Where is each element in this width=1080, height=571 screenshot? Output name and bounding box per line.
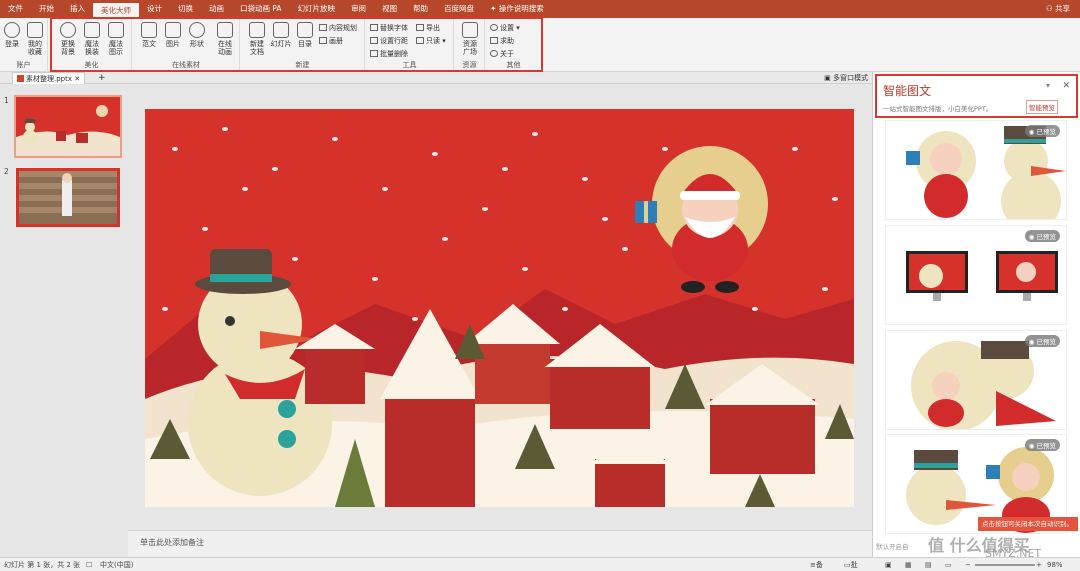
tell-me-search[interactable]: ✦ 操作说明搜索 [490,0,544,18]
tab-4[interactable]: 设计 [139,0,170,18]
slide-sorter-icon[interactable]: ▦ [905,558,912,571]
previewed-tag: ◉ 已预览 [1024,335,1060,347]
layout-card-3[interactable]: ◉ 已预览 [885,330,1067,430]
multi-window-toggle[interactable]: ▣ 多窗口模式 [824,72,868,84]
layout-card-2[interactable]: ◉ 已预览 [885,225,1067,325]
panel-footer-text: 默认开启自 [876,543,909,551]
current-slide[interactable] [145,109,854,507]
zoom-out-button[interactable]: − [965,558,971,571]
slide-number-2: 2 [4,167,9,176]
status-bar: 幻灯片 第 1 张，共 2 张 ☐ 中文(中国) ≡ 备注 ▭ 批注 ▣ ▦ ▤… [0,557,1080,571]
tab-2[interactable]: 插入 [62,0,93,18]
zoom-slider[interactable] [975,564,1035,566]
slide-thumbnail-2[interactable] [16,168,120,227]
document-tab[interactable]: 素材整理.pptx ✕ [12,72,86,84]
person-icon: ⚇ [1045,4,1053,13]
new-tab-button[interactable]: + [98,72,106,84]
tab-12[interactable]: 百度网盘 [436,0,482,18]
chevron-down-icon[interactable]: ▾ [1046,81,1050,90]
window-icon: ▣ [824,74,831,82]
document-tab-row: 素材整理.pptx ✕ + ▣ 多窗口模式 [0,72,872,84]
tab-11[interactable]: 帮助 [405,0,436,18]
ribbon-highlight-box [50,17,543,72]
panel-header: 智能图文 ▾ ✕ 一站式智能图文排版，小白美化PPT。 智能预览 [875,74,1078,118]
folder-icon [27,22,43,38]
previewed-tag: ◉ 已预览 [1024,125,1060,137]
tab-6[interactable]: 动画 [201,0,232,18]
close-icon[interactable]: ✕ [1062,81,1070,91]
comments-toggle[interactable]: ▭ 批注 [844,558,858,571]
previewed-tag: ◉ 已预览 [1024,439,1060,451]
tab-5[interactable]: 切换 [170,0,201,18]
auto-detect-tooltip[interactable]: 点击按钮可关闭本次自动识别。 [978,517,1078,531]
photo-thumbnail [16,168,120,227]
slideshow-icon[interactable]: ▭ [945,558,952,571]
spellcheck-icon[interactable]: ☐ [86,558,92,571]
my-favorites-button[interactable]: 我的 收藏 [23,22,47,56]
zoom-level[interactable]: 98% [1047,558,1063,571]
previewed-tag: ◉ 已预览 [1024,230,1060,242]
group-label-account: 账户 [16,61,31,69]
smart-graphic-panel: 智能图文 ▾ ✕ 一站式智能图文排版，小白美化PPT。 智能预览 ◉ 已预览 ◉… [872,72,1080,557]
panel-subtitle: 一站式智能图文排版，小白美化PPT。 [883,105,993,113]
tab-9[interactable]: 审阅 [343,0,374,18]
slide-info: 幻灯片 第 1 张，共 2 张 [4,561,81,569]
notes-pane[interactable]: 单击此处添加备注 [128,530,872,557]
close-icon[interactable]: ✕ [74,75,80,83]
ribbon-tab-bar: 文件 开始 插入 美化大师 设计 切换 动画 口袋动画 PA 幻灯片放映 审阅 视图 帮助 百度网盘 ✦… [0,0,1080,18]
share-button[interactable]: ⚇ 共享 [1046,0,1070,18]
lightbulb-icon: ✦ [490,4,497,13]
slide-number-1: 1 [4,96,9,105]
tab-0[interactable]: 文件 [0,0,31,18]
tab-8[interactable]: 幻灯片放映 [290,0,344,18]
notes-toggle[interactable]: ≡ 备注 [810,558,823,571]
smart-preview-button[interactable]: 智能预览 [1026,100,1058,114]
tab-10[interactable]: 视图 [374,0,405,18]
watermark-site: SMYZ.NET [985,547,1042,560]
normal-view-icon[interactable]: ▣ [885,558,892,571]
slide-thumbnail-1[interactable] [14,95,122,158]
tab-3[interactable]: 美化大师 [93,3,139,18]
tab-7[interactable]: 口袋动画 PA [232,0,290,18]
reading-view-icon[interactable]: ▤ [925,558,932,571]
group-account: 登录 我的 收藏 账户 [0,18,48,72]
user-icon [4,22,20,38]
christmas-scene [145,109,854,507]
language[interactable]: 中文(中国) [100,558,133,571]
slide-canvas [128,85,872,530]
login-button[interactable]: 登录 [0,22,24,48]
layout-card-1[interactable]: ◉ 已预览 [885,120,1067,220]
slide-thumbnails: 1 2 [0,85,128,557]
tab-1[interactable]: 开始 [31,0,62,18]
pptx-file-icon [17,75,24,82]
christmas-thumbnail [16,97,120,156]
ribbon-tabs: 文件 开始 插入 美化大师 设计 切换 动画 口袋动画 PA 幻灯片放映 审阅 视图 帮助 百度网盘 [0,0,482,18]
panel-title: 智能图文 [883,84,932,98]
